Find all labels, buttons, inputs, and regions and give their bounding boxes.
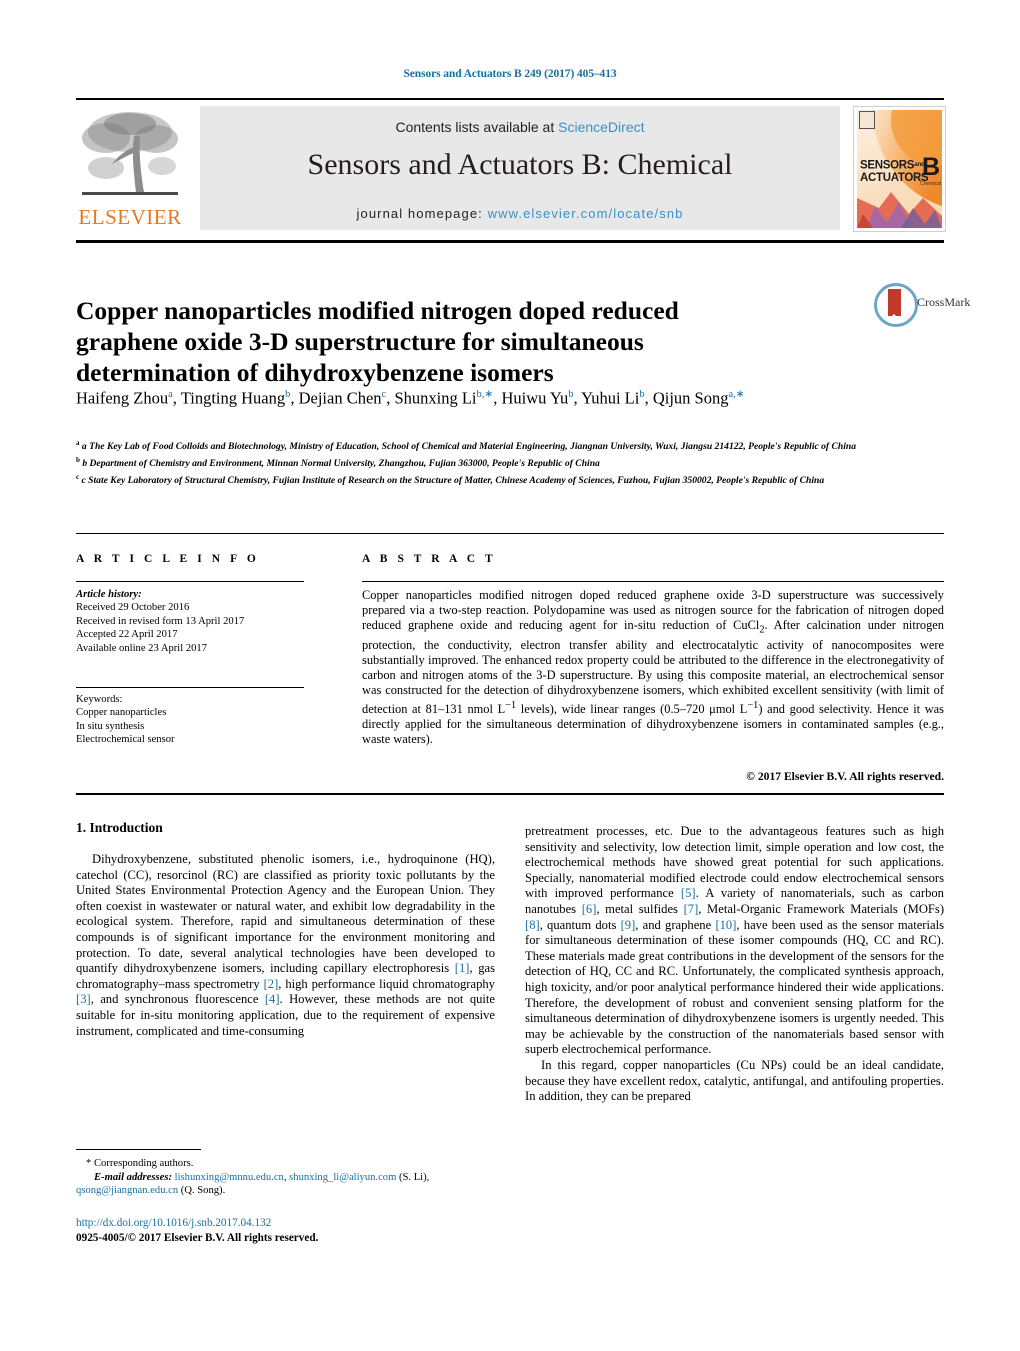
body-column-right: pretreatment processes, etc. Due to the …	[525, 824, 944, 1105]
email-addresses-label: E-mail addresses:	[94, 1171, 172, 1183]
page-title: Copper nanoparticles modified nitrogen d…	[76, 296, 679, 388]
affiliation-c: c c State Key Laboratory of Structural C…	[76, 472, 825, 486]
journal-title: Sensors and Actuators B: Chemical	[307, 148, 733, 181]
cover-title-text: SENSORSand ACTUATORS	[860, 159, 929, 184]
article-history-label: Article history:	[76, 589, 142, 600]
email-owner-1: (S. Li),	[398, 1171, 430, 1183]
paper-page: Sensors and Actuators B 249 (2017) 405–4…	[0, 0, 1020, 1351]
elsevier-wordmark: ELSEVIER	[78, 205, 182, 229]
cover-elsevier-mark	[859, 111, 875, 129]
affiliation-a: a a The Key Lab of Food Colloids and Bio…	[76, 439, 857, 453]
journal-homepage-line: journal homepage: www.elsevier.com/locat…	[200, 206, 840, 221]
doi-block: http://dx.doi.org/10.1016/j.snb.2017.04.…	[76, 1216, 576, 1245]
keyword-item: In situ synthesis	[76, 720, 145, 732]
email-link-2[interactable]: shunxing_li@aliyun.com	[289, 1172, 396, 1183]
footnote-rule	[76, 1149, 201, 1150]
crossmark-label: CrossMark	[917, 295, 971, 309]
cover-series-letter: B	[921, 153, 940, 181]
masthead-top-rule	[76, 98, 944, 100]
journal-masthead: ELSEVIER Contents lists available at Sci…	[76, 104, 946, 232]
article-history-block: Article history: Received 29 October 201…	[76, 588, 316, 655]
journal-homepage-link[interactable]: www.elsevier.com/locate/snb	[488, 206, 684, 221]
keywords-label: Keywords:	[76, 694, 123, 705]
elsevier-logo: ELSEVIER	[76, 106, 184, 232]
email-link-1[interactable]: lishunxing@mnnu.edu.cn	[175, 1172, 284, 1183]
history-item-received: Received 29 October 2016	[76, 602, 190, 614]
crossmark-icon	[874, 283, 918, 327]
elsevier-tree-icon	[82, 112, 178, 195]
journal-banner: Contents lists available at ScienceDirec…	[200, 106, 840, 230]
homepage-prefix: journal homepage:	[356, 206, 488, 221]
section-heading-introduction: 1. Introduction	[76, 820, 163, 835]
affiliations: a a The Key Lab of Food Colloids and Bio…	[76, 437, 906, 487]
keyword-item: Electrochemical sensor	[76, 734, 175, 746]
article-info-heading: A R T I C L E I N F O	[76, 553, 260, 565]
crossmark-badge[interactable]: CrossMark	[874, 283, 970, 333]
abstract-heading: A B S T R A C T	[362, 553, 497, 565]
doi-link[interactable]: http://dx.doi.org/10.1016/j.snb.2017.04.…	[76, 1216, 576, 1231]
sciencedirect-link[interactable]: ScienceDirect	[558, 119, 644, 135]
history-item-revised: Received in revised form 13 April 2017	[76, 615, 245, 627]
journal-cover-thumbnail: SENSORSand ACTUATORS B Chemical	[853, 106, 946, 232]
author-list: Haifeng Zhoua, Tingting Huangb, Dejian C…	[76, 388, 745, 408]
footnote-block: * Corresponding authors. E-mail addresse…	[76, 1157, 506, 1198]
masthead-bottom-rule	[76, 240, 944, 243]
info-rule	[76, 581, 304, 582]
contents-available-line: Contents lists available at ScienceDirec…	[200, 119, 840, 135]
cover-series-sublabel: Chemical	[920, 181, 941, 187]
intro-paragraph-1: Dihydroxybenzene, substituted phenolic i…	[76, 852, 496, 1038]
keywords-block: Keywords: Copper nanoparticles In situ s…	[76, 693, 316, 747]
abstract-bottom-rule	[76, 793, 944, 795]
email-owner-2: (Q. Song).	[180, 1185, 226, 1197]
intro-paragraph-3: In this regard, copper nanoparticles (Cu…	[525, 1057, 944, 1104]
issn-copyright-line: 0925-4005/© 2017 Elsevier B.V. All right…	[76, 1231, 319, 1244]
affiliation-b: b b Department of Chemistry and Environm…	[76, 455, 600, 469]
cover-line2: ACTUATORS	[860, 171, 929, 184]
info-section-top-rule	[76, 533, 944, 534]
email-link-3[interactable]: qsong@jiangnan.edu.cn	[76, 1185, 178, 1196]
contents-prefix: Contents lists available at	[395, 119, 559, 135]
abstract-text: Copper nanoparticles modified nitrogen d…	[362, 588, 944, 747]
corresponding-author-note: * Corresponding authors.	[86, 1158, 194, 1169]
affiliation-a-text: a The Key Lab of Food Colloids and Biote…	[81, 441, 857, 453]
email-addresses-line: E-mail addresses: lishunxing@mnnu.edu.cn…	[76, 1171, 430, 1197]
affiliation-c-text: c State Key Laboratory of Structural Che…	[81, 474, 825, 486]
running-head: Sensors and Actuators B 249 (2017) 405–4…	[403, 68, 617, 80]
body-column-left: Dihydroxybenzene, substituted phenolic i…	[76, 852, 495, 1039]
abstract-rule	[362, 581, 944, 582]
keyword-item: Copper nanoparticles	[76, 707, 167, 719]
history-item-accepted: Accepted 22 April 2017	[76, 629, 178, 641]
keywords-rule	[76, 687, 304, 688]
affiliation-b-text: b Department of Chemistry and Environmen…	[82, 457, 600, 469]
history-item-online: Available online 23 April 2017	[76, 642, 208, 654]
copyright-line: © 2017 Elsevier B.V. All rights reserved…	[746, 770, 944, 783]
cover-line1: SENSORS	[860, 159, 915, 172]
intro-paragraph-2: pretreatment processes, etc. Due to the …	[525, 824, 945, 1057]
